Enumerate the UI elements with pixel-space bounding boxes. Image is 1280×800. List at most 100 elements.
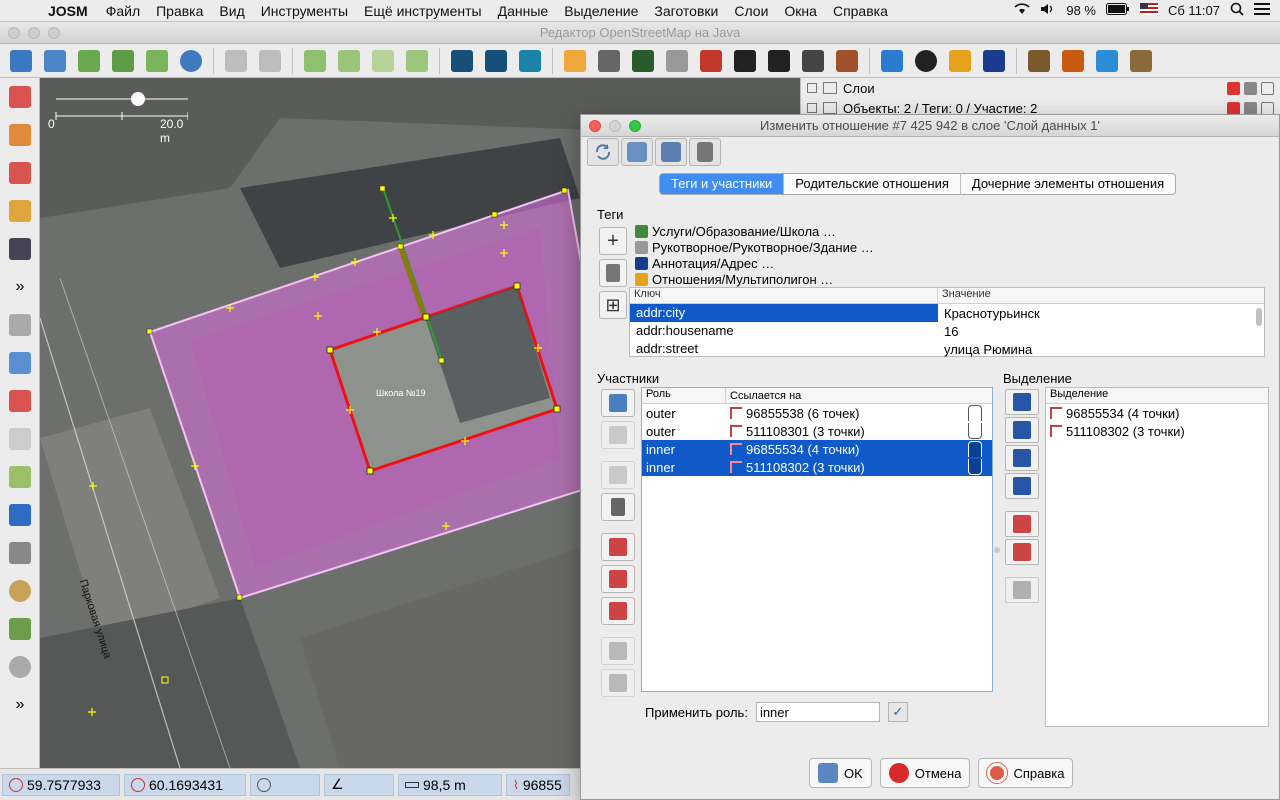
- close-window-icon[interactable]: [8, 27, 20, 39]
- member-role[interactable]: outer: [642, 424, 726, 439]
- add-selection-after-button[interactable]: [1005, 445, 1039, 471]
- spotlight-search-icon[interactable]: [1230, 2, 1244, 19]
- preset-road-4-button[interactable]: [662, 47, 692, 75]
- zoom-window-icon[interactable]: [48, 27, 60, 39]
- cancel-button[interactable]: Отмена: [879, 758, 971, 788]
- selection-row[interactable]: 511108302 (3 точки): [1046, 422, 1268, 440]
- draw-mode-button[interactable]: [0, 116, 40, 154]
- add-tag-button[interactable]: +: [599, 227, 627, 255]
- close-panel-icon[interactable]: [1261, 81, 1274, 95]
- preset-bus-button[interactable]: [764, 47, 794, 75]
- layers-toggle-button[interactable]: [0, 306, 40, 344]
- refresh-button[interactable]: [587, 138, 619, 166]
- move-down-button[interactable]: [601, 669, 635, 697]
- changeset-toggle-button[interactable]: [0, 610, 40, 648]
- preset-info-button[interactable]: [979, 47, 1009, 75]
- preset-car-button[interactable]: [730, 47, 760, 75]
- menu-tools[interactable]: Инструменты: [253, 3, 356, 19]
- apply-button[interactable]: [621, 138, 653, 166]
- sort-below-button[interactable]: [601, 565, 635, 593]
- select-selected-button[interactable]: [1005, 539, 1039, 565]
- open-file-button[interactable]: [6, 47, 36, 75]
- map-paint-toggle-button[interactable]: [0, 572, 40, 610]
- preset-road-3-button[interactable]: [628, 47, 658, 75]
- download-in-view-button[interactable]: [108, 47, 138, 75]
- preset-hotel-button[interactable]: [877, 47, 907, 75]
- pencil-mode-button[interactable]: [0, 192, 40, 230]
- member-row[interactable]: outer 96855538 (6 точек): [642, 404, 992, 422]
- validator-toggle-button[interactable]: [0, 458, 40, 496]
- preset-shop-button[interactable]: [945, 47, 975, 75]
- tags-toggle-button[interactable]: [0, 344, 40, 382]
- conflict-toggle-button[interactable]: [0, 496, 40, 534]
- apply-role-button[interactable]: ✓: [887, 702, 908, 722]
- select-mode-button[interactable]: [0, 78, 40, 116]
- expand-icon[interactable]: [807, 103, 817, 113]
- search-button[interactable]: [402, 47, 432, 75]
- app-menu[interactable]: JOSM: [40, 3, 98, 19]
- more-toggles-button[interactable]: »: [0, 686, 40, 724]
- preset-peak-button[interactable]: [1058, 47, 1088, 75]
- role-input[interactable]: [755, 702, 880, 722]
- select-members-button[interactable]: [1005, 511, 1039, 537]
- preset-road-2-button[interactable]: [594, 47, 624, 75]
- clock[interactable]: Сб 11:07: [1168, 3, 1220, 18]
- us-flag-icon[interactable]: [1139, 3, 1158, 18]
- dialog-close-icon[interactable]: [589, 120, 601, 132]
- add-selection-bottom-button[interactable]: [1005, 473, 1039, 499]
- preset-railway-button[interactable]: [832, 47, 862, 75]
- menu-help[interactable]: Справка: [825, 3, 896, 19]
- history-toggle-button[interactable]: [0, 420, 40, 458]
- menu-selection[interactable]: Выделение: [556, 3, 646, 19]
- more-modes-button[interactable]: »: [0, 268, 40, 306]
- minimize-window-icon[interactable]: [28, 27, 40, 39]
- menu-edit[interactable]: Правка: [148, 3, 211, 19]
- improve-way-button[interactable]: [0, 154, 40, 192]
- tab-child-relations[interactable]: Дочерние элементы отношения: [961, 174, 1175, 194]
- menu-data[interactable]: Данные: [490, 3, 557, 19]
- wiki-toggle-button[interactable]: [0, 648, 40, 686]
- menu-windows[interactable]: Окна: [776, 3, 825, 19]
- add-selection-before-button[interactable]: [1005, 417, 1039, 443]
- menu-presets[interactable]: Заготовки: [646, 3, 726, 19]
- detach-panel-icon[interactable]: [1244, 81, 1257, 95]
- delete-tag-button[interactable]: [599, 259, 627, 287]
- building-tool-button[interactable]: [0, 230, 40, 268]
- relations-toggle-button[interactable]: [0, 382, 40, 420]
- member-role[interactable]: inner: [642, 442, 726, 457]
- value-column-header[interactable]: Значение: [938, 288, 1248, 303]
- wms-button[interactable]: [368, 47, 398, 75]
- bing-button[interactable]: [515, 47, 545, 75]
- remove-member-button[interactable]: [601, 493, 635, 521]
- close-panel-icon[interactable]: [1261, 101, 1274, 115]
- undo-button[interactable]: [221, 47, 251, 75]
- filter-toggle-button[interactable]: [0, 534, 40, 572]
- paste-tags-button[interactable]: ⊞: [599, 291, 627, 319]
- preset-bicycle-button[interactable]: [798, 47, 828, 75]
- tab-tags-and-members[interactable]: Теги и участники: [660, 174, 785, 194]
- select-member-button[interactable]: [601, 421, 635, 449]
- preset-building[interactable]: Рукотворное/Рукотворное/Здание …: [635, 239, 874, 255]
- tag-row[interactable]: addr:street улица Рюмина: [630, 340, 1264, 358]
- preset-sport-button[interactable]: [911, 47, 941, 75]
- remove-selected-button[interactable]: [1005, 577, 1039, 603]
- tag-table-scrollbar[interactable]: [1256, 308, 1262, 326]
- download-button[interactable]: [74, 47, 104, 75]
- wifi-icon[interactable]: [1014, 3, 1030, 18]
- zoom-to-data-button[interactable]: [300, 47, 330, 75]
- preferences-button[interactable]: [176, 47, 206, 75]
- move-up-button[interactable]: [601, 637, 635, 665]
- tag-row[interactable]: addr:city Краснотурьинск: [630, 304, 1264, 322]
- menu-more-tools[interactable]: Ещё инструменты: [356, 3, 490, 19]
- tag-value[interactable]: улица Рюмина: [938, 342, 1248, 357]
- menu-view[interactable]: Вид: [211, 3, 252, 19]
- tag-key[interactable]: addr:housename: [630, 322, 938, 340]
- hide-panel-icon[interactable]: [1227, 81, 1240, 95]
- refers-to-column-header[interactable]: Ссылается на: [726, 388, 966, 403]
- battery-icon[interactable]: [1105, 3, 1130, 18]
- preset-road-1-button[interactable]: [560, 47, 590, 75]
- imagery-2-button[interactable]: [481, 47, 511, 75]
- ok-button[interactable]: OK: [809, 758, 872, 788]
- zoom-to-selection-button[interactable]: [334, 47, 364, 75]
- menu-layers[interactable]: Слои: [726, 3, 776, 19]
